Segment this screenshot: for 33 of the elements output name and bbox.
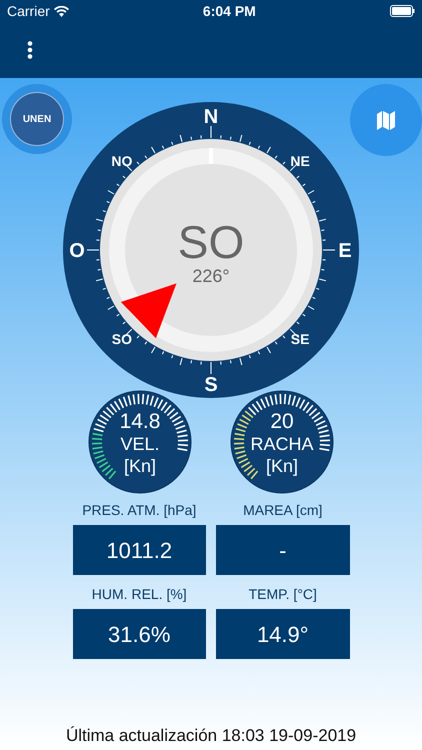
stat-label: PRES. ATM. [hPa] — [82, 501, 196, 519]
compass-direction-label: S — [204, 374, 218, 396]
compass-direction-label: SO — [112, 331, 132, 348]
stat-label: TEMP. [°C] — [248, 585, 317, 603]
stat-value: 31.6% — [72, 609, 206, 659]
gauge-unit: [Kn] — [266, 455, 298, 477]
map-icon — [377, 110, 395, 130]
stat-value: - — [216, 525, 350, 575]
gauge-unit: [Kn] — [124, 455, 156, 477]
wind-degrees: 226° — [192, 266, 230, 286]
last-update-text: Última actualización 18:03 19-09-2019 — [66, 724, 356, 746]
stat-label: HUM. REL. [%] — [92, 585, 187, 603]
stat-value: 14.9° — [216, 609, 350, 659]
more-vertical-icon — [27, 41, 33, 59]
compass-direction-label: O — [69, 240, 85, 262]
compass-direction-label: N — [204, 106, 218, 128]
stat-value: 1011.2 — [72, 525, 206, 575]
carrier-label: Carrier — [7, 2, 50, 20]
logo[interactable]: UNEN — [2, 84, 72, 154]
compass-direction-label: SE — [290, 331, 310, 348]
battery-icon — [390, 5, 415, 17]
gauge-value: 20 — [270, 411, 294, 433]
compass-direction-label: NE — [290, 152, 310, 169]
gauge-label: RACHA — [250, 433, 314, 455]
wind-direction: SO — [178, 216, 244, 268]
logo-text: UNEN — [22, 112, 52, 126]
gauge-value: 14.8 — [120, 411, 160, 433]
gauge-label: VEL. — [120, 433, 160, 455]
stat-label: MAREA [cm] — [243, 501, 322, 519]
compass-direction-label: NO — [111, 152, 132, 169]
compass-direction-label: E — [338, 240, 352, 262]
wifi-icon — [54, 6, 69, 16]
clock: 6:04 PM — [202, 2, 256, 20]
